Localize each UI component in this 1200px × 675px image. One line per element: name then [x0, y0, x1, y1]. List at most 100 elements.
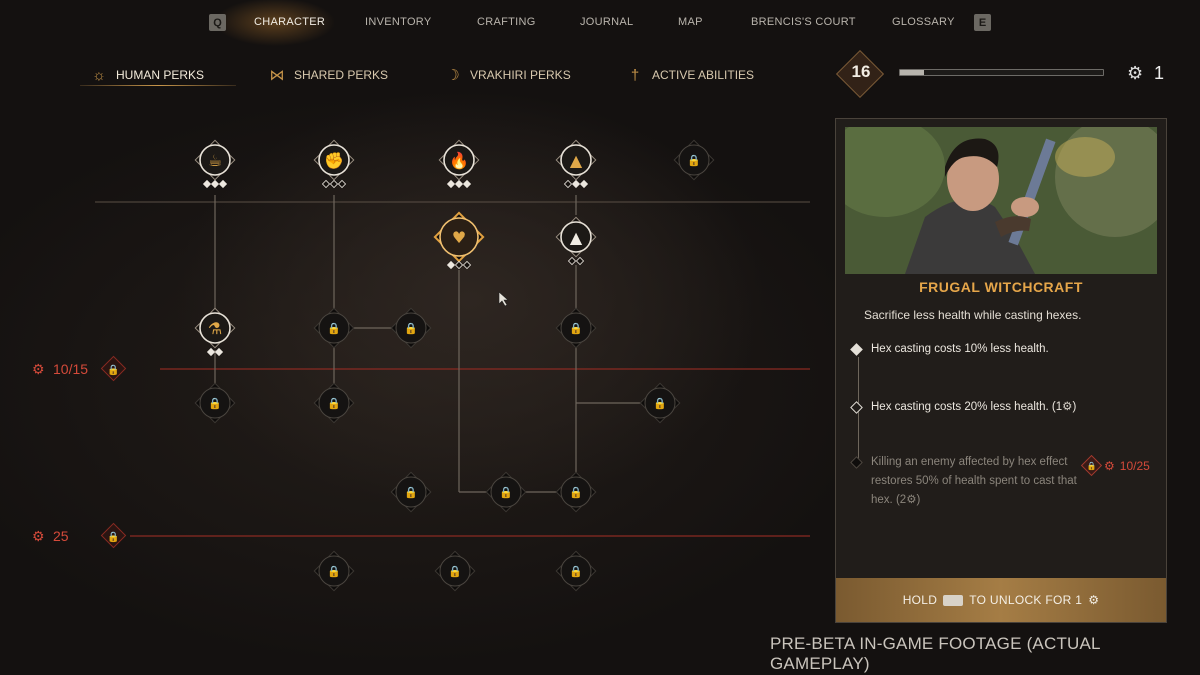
perk-node-locked-r4-1[interactable]: 🔒 — [390, 471, 432, 513]
unlock-action-label: TO UNLOCK FOR 1 — [969, 593, 1083, 607]
threshold-label-1: 10/15 — [53, 361, 88, 377]
perk-node-triangle-gold[interactable]: ▲ — [555, 139, 597, 189]
perk-tier-3: Killing an enemy affected by hex effect … — [850, 453, 1082, 510]
threshold-marker-2: ⚙ 25 🔒 — [32, 522, 127, 549]
lock-icon: 🔒 — [653, 397, 667, 410]
unlock-button[interactable]: HOLD TO UNLOCK FOR 1 ⚙ — [836, 578, 1166, 622]
tier-text-wrap: Killing an enemy affected by hex effect … — [871, 453, 1082, 510]
perk-frugal-witchcraft-icon: ♥ — [452, 228, 466, 247]
perk-rank-pip — [210, 179, 220, 189]
perk-rank-pip — [446, 179, 456, 189]
perk-node-frugal-witchcraft[interactable]: ♥ — [433, 211, 485, 270]
perk-rank-pip — [446, 260, 456, 270]
perk-node-alchemy[interactable]: ⚗ — [194, 307, 236, 357]
lock-icon: 🔒 — [327, 565, 341, 578]
perk-description: Sacrifice less health while casting hexe… — [864, 308, 1082, 322]
perk-node-locked-r3-2[interactable]: 🔒 — [313, 382, 355, 424]
perk-illustration — [845, 127, 1157, 274]
perk-tier-1: Hex casting costs 10% less health. — [850, 340, 1049, 359]
perk-node-locked-top[interactable]: 🔒 — [673, 139, 715, 181]
perk-node-locked-r4-2[interactable]: 🔒 — [485, 471, 527, 513]
lock-icon: 🔒 — [569, 486, 583, 499]
perk-rank-pip — [571, 179, 581, 189]
lock-icon: 🔒 — [404, 486, 418, 499]
perk-node-fist[interactable]: ✊ — [313, 139, 355, 189]
lock-icon: 🔒 — [327, 397, 341, 410]
perk-rank-pip — [218, 179, 228, 189]
unlock-hold-label: HOLD — [902, 593, 938, 607]
threshold-gear-icon: ⚙ — [32, 361, 45, 377]
perk-rank-pip — [206, 347, 216, 357]
threshold-marker-1: ⚙ 10/15 🔒 — [32, 355, 127, 382]
threshold-lock-icon: 🔒 — [107, 531, 119, 543]
lock-icon: 🔒 — [687, 154, 701, 167]
perk-title: FRUGAL WITCHCRAFT — [919, 279, 1083, 295]
perk-node-locked-r5-2[interactable]: 🔒 — [434, 550, 476, 592]
perk-node-locked-r3-1[interactable]: 🔒 — [194, 382, 236, 424]
perk-tier-2[interactable]: Hex casting costs 20% less health. (1⚙) — [850, 398, 1076, 417]
lock-icon: 🔒 — [1086, 461, 1097, 470]
perk-rank-pip — [579, 179, 589, 189]
lock-icon: 🔒 — [208, 397, 222, 410]
perk-rank-pip — [575, 256, 585, 266]
lock-icon: 🔒 — [327, 322, 341, 335]
perk-point-gear-icon: ⚙ — [906, 494, 917, 506]
perk-node-locked-r5-1[interactable]: 🔒 — [313, 550, 355, 592]
tier-text: Hex casting costs 20% less health. — [871, 401, 1049, 413]
perk-node-triangle-white[interactable]: ▲ — [555, 216, 597, 266]
tier-cost-close: ) — [916, 494, 921, 506]
perk-node-locked-r5-3[interactable]: 🔒 — [555, 550, 597, 592]
keyboard-key-icon — [943, 594, 964, 606]
perk-triangle-gold-icon: ▲ — [570, 151, 583, 170]
perk-rank-pip — [567, 256, 577, 266]
tier-cost-close: ) — [1072, 401, 1077, 413]
perk-fist-icon: ✊ — [324, 151, 344, 170]
perk-rank-pip — [202, 179, 212, 189]
perk-triangle-white-icon: ▲ — [570, 228, 583, 247]
perk-detail-panel: FRUGAL WITCHCRAFT Sacrifice less health … — [835, 118, 1167, 623]
perk-rank-pip — [454, 179, 464, 189]
perk-point-gear-icon: ⚙ — [1062, 401, 1073, 413]
perk-node-locked-r2-3[interactable]: 🔒 — [390, 307, 432, 349]
perk-node-locked-r2-2[interactable]: 🔒 — [313, 307, 355, 349]
perk-node-flame-triangle[interactable]: 🔥 — [438, 139, 480, 189]
perk-rank-pip — [329, 179, 339, 189]
perk-rank-pip — [321, 179, 331, 189]
perk-alchemy-icon: ⚗ — [208, 319, 222, 338]
tier-3-requirement: 🔒 ⚙ 10/25 — [1080, 454, 1150, 477]
tier-unlocked-diamond-icon — [850, 343, 863, 356]
perk-flame-triangle-icon: 🔥 — [449, 151, 469, 170]
threshold-lock-icon: 🔒 — [107, 364, 119, 376]
tier-cost: (2 — [895, 494, 907, 506]
tier-cost: (1 — [1051, 401, 1063, 413]
tier-available-diamond-icon — [850, 401, 863, 414]
perk-rank-pip — [214, 347, 224, 357]
perk-node-locked-r2-4[interactable]: 🔒 — [555, 307, 597, 349]
threshold-label-2: 25 — [53, 528, 69, 544]
lock-icon: 🔒 — [499, 486, 513, 499]
warrior-portrait-image — [845, 127, 1157, 274]
perk-point-gear-icon: ⚙ — [1088, 593, 1100, 607]
tier-text: Hex casting costs 10% less health. — [871, 343, 1049, 355]
requirement-gear-icon: ⚙ — [1104, 458, 1115, 473]
mouse-cursor-icon — [498, 291, 509, 307]
lock-icon: 🔒 — [404, 322, 418, 335]
perk-node-mug[interactable]: ☕ — [194, 139, 236, 189]
perk-rank-pip — [563, 179, 573, 189]
perk-node-locked-r3-3[interactable]: 🔒 — [639, 382, 681, 424]
perk-rank-pip — [462, 260, 472, 270]
tier-text-wrap: Hex casting costs 20% less health. (1⚙) — [871, 398, 1076, 417]
footage-caption: PRE-BETA IN-GAME FOOTAGE (ACTUAL GAMEPLA… — [770, 634, 1101, 673]
lock-icon: 🔒 — [569, 565, 583, 578]
lock-icon: 🔒 — [448, 565, 462, 578]
requirement-value: 10/25 — [1119, 458, 1150, 473]
threshold-gear-icon: ⚙ — [32, 528, 45, 544]
tier-locked-diamond-icon — [850, 456, 863, 469]
perk-node-locked-r4-3[interactable]: 🔒 — [555, 471, 597, 513]
lock-icon: 🔒 — [569, 322, 583, 335]
perk-rank-pip — [337, 179, 347, 189]
perk-mug-icon: ☕ — [208, 151, 222, 170]
perk-rank-pip — [462, 179, 472, 189]
requirement-lock-frame: 🔒 — [1080, 454, 1103, 477]
perk-rank-pip — [454, 260, 464, 270]
